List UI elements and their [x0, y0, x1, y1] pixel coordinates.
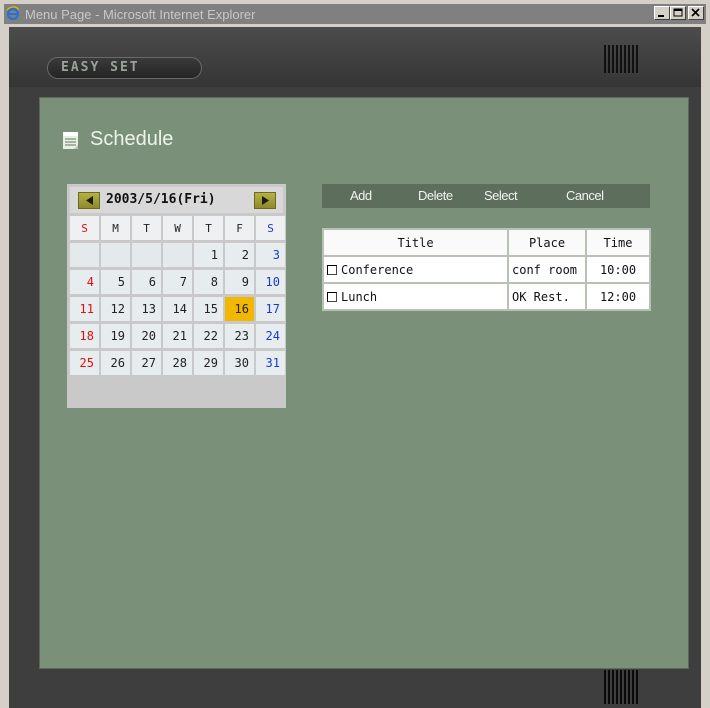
next-day-button[interactable] [254, 192, 276, 209]
page-title: Schedule [90, 128, 174, 150]
weekday-header: S [70, 216, 99, 240]
calendar: 2003/5/16(Fri) S M T W T F S 1 2 3 4 5 6 7 8 9 10 11 12 13 1… [67, 184, 286, 408]
add-button[interactable]: Add [350, 188, 372, 203]
delete-button[interactable]: Delete [418, 188, 453, 203]
calendar-day[interactable]: 26 [101, 351, 130, 375]
browser-window: Menu Page - Microsoft Internet Explorer … [0, 0, 710, 708]
prev-day-button[interactable] [78, 192, 100, 209]
calendar-empty-cell [163, 243, 192, 267]
maximize-icon [673, 8, 683, 17]
calendar-empty-cell [70, 243, 99, 267]
calendar-day[interactable]: 13 [132, 297, 161, 321]
calendar-header: 2003/5/16(Fri) [70, 187, 283, 213]
column-header-place: Place [507, 228, 587, 257]
ie-icon [6, 6, 20, 21]
weekday-header: F [225, 216, 254, 240]
weekday-header: S [256, 216, 285, 240]
decorative-grille-top [604, 45, 638, 73]
row-title: Lunch [341, 289, 378, 304]
calendar-day[interactable]: 29 [194, 351, 223, 375]
row-checkbox[interactable] [327, 264, 337, 275]
calendar-day[interactable]: 25 [70, 351, 99, 375]
row-place: conf room [507, 255, 587, 284]
maximize-button[interactable] [670, 6, 686, 20]
row-title: Conference [341, 262, 414, 277]
row-title-cell: Conference [322, 255, 509, 284]
action-bar: Add Delete Select Cancel [322, 184, 650, 208]
decorative-grille-bottom [604, 670, 638, 704]
calendar-day[interactable]: 24 [256, 324, 285, 348]
row-checkbox[interactable] [327, 291, 337, 302]
notepad-icon [63, 131, 78, 149]
calendar-grid: S M T W T F S 1 2 3 4 5 6 7 8 9 10 11 12 13 14 15 16 17 18 19 20 21… [70, 216, 285, 375]
row-title-cell: Lunch [322, 282, 509, 311]
calendar-day[interactable]: 23 [225, 324, 254, 348]
calendar-day[interactable]: 12 [101, 297, 130, 321]
calendar-day[interactable]: 3 [256, 243, 285, 267]
page-heading: Schedule [60, 128, 173, 151]
easy-set-logo: EASY SET [47, 57, 202, 79]
calendar-day[interactable]: 4 [70, 270, 99, 294]
calendar-day[interactable]: 21 [163, 324, 192, 348]
calendar-day[interactable]: 9 [225, 270, 254, 294]
calendar-day[interactable]: 20 [132, 324, 161, 348]
calendar-day[interactable]: 11 [70, 297, 99, 321]
calendar-empty-cell [101, 243, 130, 267]
weekday-header: W [163, 216, 192, 240]
column-header-time: Time [585, 228, 651, 257]
select-button[interactable]: Select [484, 188, 518, 203]
minimize-icon [658, 15, 664, 17]
logo-text: EASY SET [61, 60, 140, 75]
calendar-day[interactable]: 14 [163, 297, 192, 321]
table-row[interactable]: Lunch OK Rest. 12:00 [322, 282, 651, 311]
weekday-header: M [101, 216, 130, 240]
weekday-header: T [194, 216, 223, 240]
minimize-button[interactable] [654, 6, 670, 20]
table-header-row: Title Place Time [322, 228, 651, 257]
calendar-empty-cell [132, 243, 161, 267]
title-bar: Menu Page - Microsoft Internet Explorer [4, 4, 706, 24]
app-frame: EASY SET Schedule 2003/5/16(Fri) S M T W… [9, 27, 701, 708]
window-title: Menu Page - Microsoft Internet Explorer [25, 7, 256, 22]
row-time: 10:00 [585, 255, 651, 284]
arrow-right-icon [262, 196, 269, 205]
calendar-day[interactable]: 28 [163, 351, 192, 375]
calendar-day[interactable]: 18 [70, 324, 99, 348]
schedule-panel: Schedule 2003/5/16(Fri) SMTWTFS123456789… [39, 97, 689, 669]
calendar-day[interactable]: 7 [163, 270, 192, 294]
calendar-day[interactable]: 15 [194, 297, 223, 321]
calendar-day[interactable]: 1 [194, 243, 223, 267]
calendar-day[interactable]: 8 [194, 270, 223, 294]
calendar-day[interactable]: 17 [256, 297, 285, 321]
calendar-day[interactable]: 22 [194, 324, 223, 348]
row-time: 12:00 [585, 282, 651, 311]
calendar-day[interactable]: 31 [256, 351, 285, 375]
calendar-date: 2003/5/16(Fri) [106, 192, 216, 207]
calendar-day[interactable]: 19 [101, 324, 130, 348]
calendar-day[interactable]: 6 [132, 270, 161, 294]
close-button[interactable] [688, 6, 704, 20]
calendar-day[interactable]: 2 [225, 243, 254, 267]
calendar-day[interactable]: 5 [101, 270, 130, 294]
column-header-title: Title [322, 228, 509, 257]
schedule-table: Title Place Time Conference conf room 10… [322, 228, 651, 311]
calendar-day[interactable]: 10 [256, 270, 285, 294]
arrow-left-icon [86, 196, 93, 205]
weekday-header: T [132, 216, 161, 240]
row-place: OK Rest. [507, 282, 587, 311]
calendar-day[interactable]: 30 [225, 351, 254, 375]
cancel-button[interactable]: Cancel [566, 188, 604, 203]
table-row[interactable]: Conference conf room 10:00 [322, 255, 651, 284]
calendar-day[interactable]: 27 [132, 351, 161, 375]
close-icon [691, 8, 700, 17]
calendar-day-selected[interactable]: 16 [225, 297, 254, 321]
